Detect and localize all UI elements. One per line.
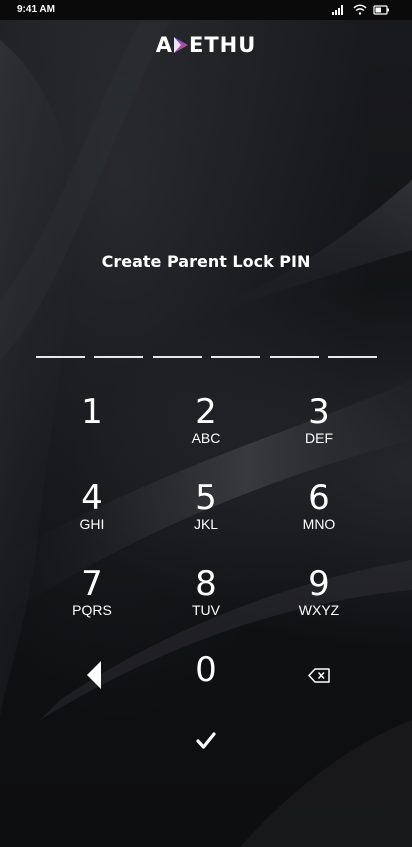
- key-letters: MNO: [302, 516, 336, 532]
- key-4[interactable]: 4 GHI: [42, 474, 142, 544]
- key-digit: 8: [195, 564, 217, 604]
- key-digit: 3: [308, 392, 330, 432]
- back-button[interactable]: [42, 646, 142, 716]
- key-digit: 2: [195, 392, 217, 432]
- key-letters: TUV: [192, 602, 220, 618]
- backspace-icon: [308, 668, 330, 683]
- key-6[interactable]: 6 MNO: [269, 474, 369, 544]
- key-2[interactable]: 2 ABC: [156, 388, 256, 458]
- confirm-button[interactable]: [156, 716, 256, 772]
- key-8[interactable]: 8 TUV: [156, 560, 256, 630]
- key-letters: DEF: [305, 430, 333, 446]
- pin-screen: 9:41 AM A ETHU Create Parent Lock PIN 1 …: [0, 0, 412, 847]
- key-digit: 0: [195, 650, 217, 690]
- key-digit: 5: [195, 478, 217, 518]
- delete-button[interactable]: [269, 646, 369, 716]
- key-3[interactable]: 3 DEF: [269, 388, 369, 458]
- key-0[interactable]: 0: [156, 646, 256, 716]
- key-1[interactable]: 1: [42, 388, 142, 458]
- key-7[interactable]: 7 PQRS: [42, 560, 142, 630]
- key-digit: 4: [81, 478, 103, 518]
- key-letters: WXYZ: [298, 602, 340, 618]
- key-digit: 9: [308, 564, 330, 604]
- key-9[interactable]: 9 WXYZ: [269, 560, 369, 630]
- key-digit: 1: [81, 392, 103, 432]
- key-digit: 6: [308, 478, 330, 518]
- key-letters: GHI: [79, 516, 105, 532]
- key-letters: PQRS: [72, 602, 112, 618]
- key-letters: ABC: [191, 430, 221, 446]
- key-5[interactable]: 5 JKL: [156, 474, 256, 544]
- numeric-keypad: 1 2 ABC 3 DEF 4 GHI 5 JKL 6 MNO 7 PQRS 8…: [0, 0, 412, 847]
- checkmark-icon: [196, 732, 216, 749]
- key-digit: 7: [81, 564, 103, 604]
- back-triangle-icon: [87, 661, 101, 689]
- key-letters: JKL: [193, 516, 219, 532]
